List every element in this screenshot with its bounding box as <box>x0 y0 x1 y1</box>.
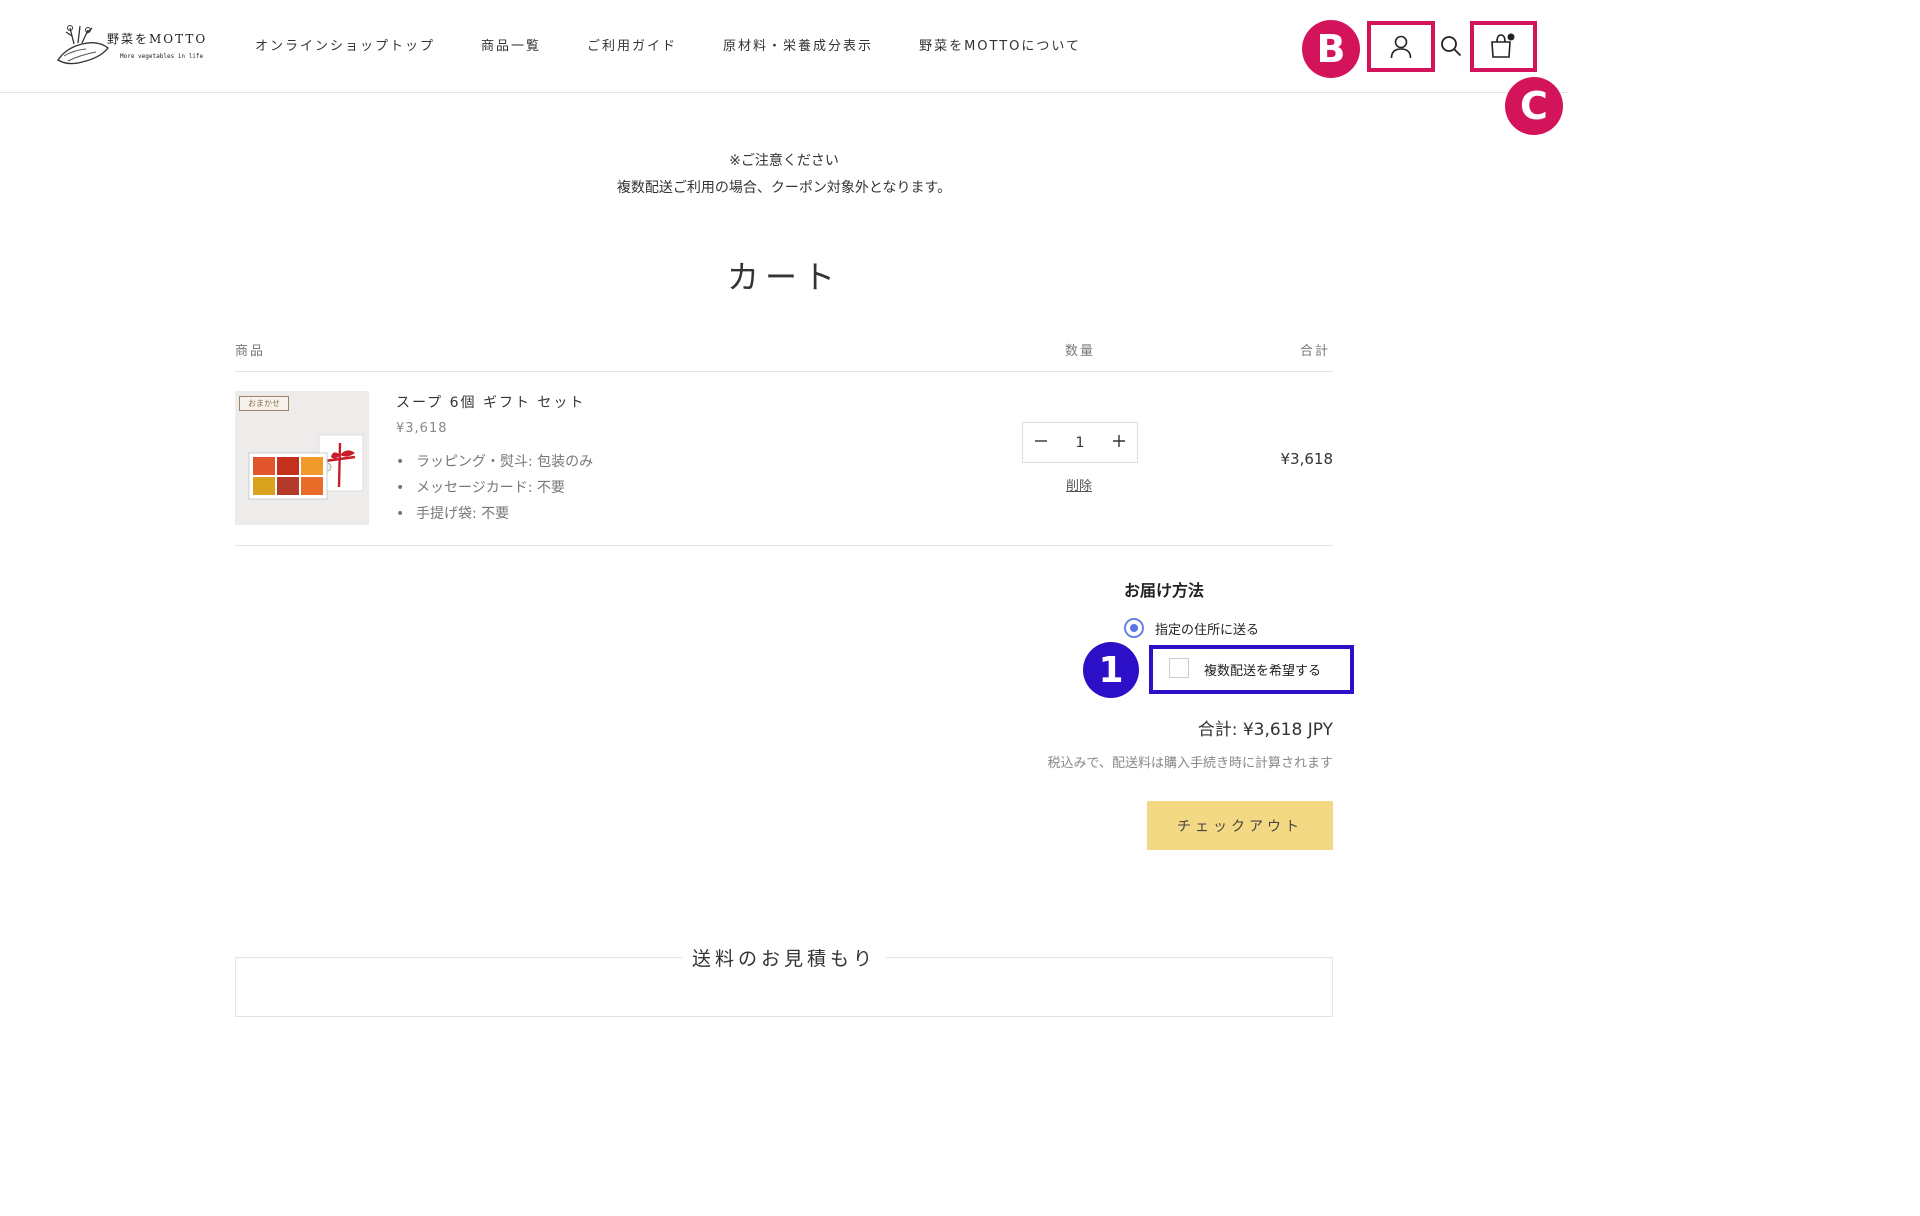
divider <box>235 371 1333 372</box>
site-logo[interactable]: 野菜をMOTTO More vegetables in life <box>52 22 217 68</box>
divider <box>235 545 1333 546</box>
plus-icon <box>1112 434 1125 447</box>
delivery-single-label[interactable]: 指定の住所に送る <box>1155 619 1259 638</box>
decrease-button[interactable] <box>1035 435 1047 451</box>
account-icon <box>1390 35 1412 59</box>
checkout-button[interactable]: チェックアウト <box>1147 801 1333 850</box>
cart-button[interactable] <box>1487 31 1517 61</box>
cart-icon <box>1491 33 1515 58</box>
product-name[interactable]: スープ 6個 ギフト セット <box>396 392 585 412</box>
remove-link[interactable]: 削除 <box>1066 475 1092 494</box>
nav-ingredients[interactable]: 原材料・栄養成分表示 <box>723 35 873 54</box>
vegetable-logo-icon <box>57 25 109 65</box>
minus-icon <box>1035 439 1047 442</box>
header-total: 合計 <box>1300 344 1331 359</box>
header-quantity: 数量 <box>1065 344 1096 359</box>
shipping-estimate-title-wrap: 送料のお見積もり <box>0 944 1568 971</box>
cart-subtotal: 合計: ¥3,618 JPY <box>1197 720 1333 740</box>
product-options: ラッピング・熨斗: 包装のみ メッセージカード: 不要 手提げ袋: 不要 <box>396 452 593 530</box>
option-wrapping: ラッピング・熨斗: 包装のみ <box>396 452 593 478</box>
search-button[interactable] <box>1437 32 1465 60</box>
search-icon <box>1441 36 1462 57</box>
product-image[interactable]: おまかせ <box>235 391 369 525</box>
delivery-single-radio[interactable] <box>1124 618 1144 638</box>
nav-online-shop-top[interactable]: オンラインショップトップ <box>255 35 435 54</box>
nav-user-guide[interactable]: ご利用ガイド <box>587 35 677 54</box>
product-price: ¥3,618 <box>396 421 448 436</box>
logo-subtitle: More vegetables in life <box>120 53 204 60</box>
increase-button[interactable] <box>1112 434 1125 451</box>
annotation-badge-b: B <box>1302 20 1360 78</box>
annotation-badge-c: C <box>1505 77 1563 135</box>
tax-note: 税込みで、配送料は購入手続き時に計算されます <box>1047 756 1333 771</box>
nav-about[interactable]: 野菜をMOTTOについて <box>919 35 1081 54</box>
multiple-delivery-checkbox[interactable] <box>1169 658 1189 678</box>
main-nav: オンラインショップトップ 商品一覧 ご利用ガイド 原材料・栄養成分表示 野菜をM… <box>255 35 1081 54</box>
option-message-card: メッセージカード: 不要 <box>396 478 593 504</box>
nav-product-list[interactable]: 商品一覧 <box>481 35 541 54</box>
quantity-value[interactable]: 1 <box>1076 435 1085 451</box>
notice-heading: ※ご注意ください <box>729 153 839 169</box>
annotation-badge-1: 1 <box>1083 642 1139 698</box>
gift-box-illustration <box>248 434 364 500</box>
delivery-method-title: お届け方法 <box>1124 581 1205 600</box>
header-product: 商品 <box>235 344 266 359</box>
site-header: 野菜をMOTTO More vegetables in life オンラインショ… <box>0 0 1568 93</box>
shipping-estimate-title: 送料のお見積もり <box>681 948 886 970</box>
quantity-stepper: 1 <box>1022 422 1138 463</box>
notice-text: 複数配送ご利用の場合、クーポン対象外となります。 <box>616 180 952 196</box>
page-title: カート <box>726 258 841 296</box>
multiple-delivery-label[interactable]: 複数配送を希望する <box>1204 660 1321 679</box>
option-handbag: 手提げ袋: 不要 <box>396 504 593 530</box>
line-total: ¥3,618 <box>1280 450 1334 468</box>
account-button[interactable] <box>1386 32 1416 62</box>
logo-text: 野菜をMOTTO <box>107 32 208 46</box>
